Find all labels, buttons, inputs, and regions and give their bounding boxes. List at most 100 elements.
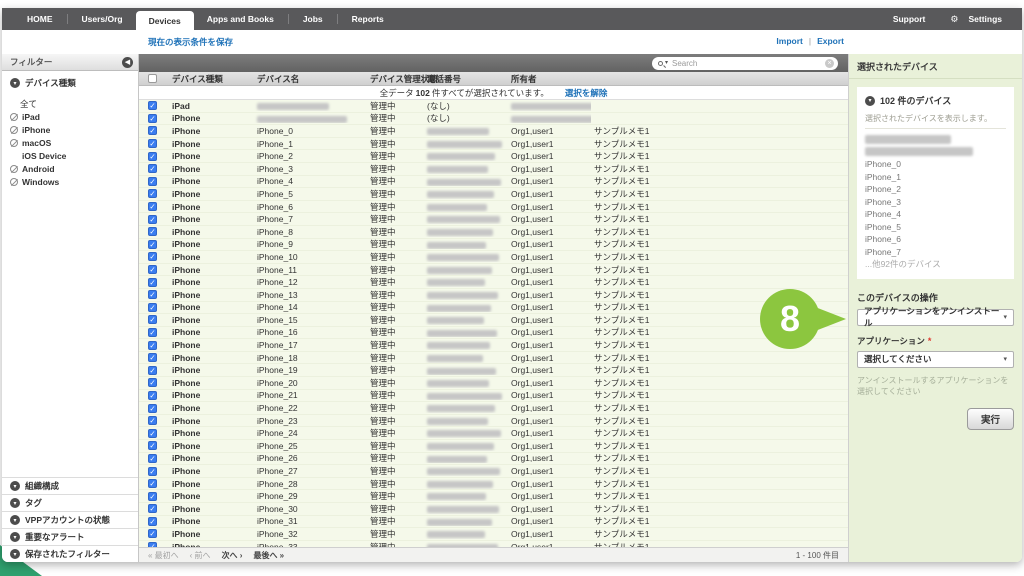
row-checkbox[interactable]: ✓ (148, 303, 157, 312)
row-checkbox[interactable]: ✓ (148, 101, 157, 110)
row-checkbox[interactable]: ✓ (148, 517, 157, 526)
row-checkbox[interactable]: ✓ (148, 126, 157, 135)
row-checkbox[interactable]: ✓ (148, 265, 157, 274)
table-row[interactable]: ✓iPhoneiPhone_15管理中Org1,user1サンプルメモ1 (139, 314, 848, 327)
row-checkbox[interactable]: ✓ (148, 215, 157, 224)
table-row[interactable]: ✓iPhoneiPhone_14管理中Org1,user1サンプルメモ1 (139, 302, 848, 315)
sidebar-item-iphone[interactable]: iPhone (2, 123, 138, 136)
sidebar-item-[interactable]: 全て (2, 97, 138, 110)
table-row[interactable]: ✓iPhoneiPhone_4管理中Org1,user1サンプルメモ1 (139, 176, 848, 189)
column-header-management-status[interactable]: デバイス管理状態 (367, 73, 424, 85)
table-row[interactable]: ✓iPhoneiPhone_25管理中Org1,user1サンプルメモ1 (139, 440, 848, 453)
row-checkbox[interactable]: ✓ (148, 504, 157, 513)
table-row[interactable]: ✓iPhoneiPhone_12管理中Org1,user1サンプルメモ1 (139, 276, 848, 289)
column-header-phone[interactable]: 電話番号 (424, 73, 508, 85)
settings-link[interactable]: Settings (962, 14, 1008, 24)
row-checkbox[interactable]: ✓ (148, 315, 157, 324)
nav-tab-reports[interactable]: Reports (339, 8, 397, 30)
import-link[interactable]: Import (776, 36, 802, 46)
search-clear-icon[interactable]: × (825, 59, 834, 68)
row-checkbox[interactable]: ✓ (148, 290, 157, 299)
action-select[interactable]: アプリケーションをアンインストール ▾ (857, 309, 1014, 326)
row-checkbox[interactable]: ✓ (148, 328, 157, 337)
table-row[interactable]: ✓iPhoneiPhone_9管理中Org1,user1サンプルメモ1 (139, 239, 848, 252)
row-checkbox[interactable]: ✓ (148, 164, 157, 173)
column-header-device-name[interactable]: デバイス名 (254, 73, 367, 85)
clear-selection-link[interactable]: 選択を解除 (565, 87, 608, 99)
table-row[interactable]: ✓iPhoneiPhone_2管理中Org1,user1サンプルメモ1 (139, 150, 848, 163)
table-row[interactable]: ✓iPhoneiPhone_10管理中Org1,user1サンプルメモ1 (139, 251, 848, 264)
row-checkbox[interactable]: ✓ (148, 152, 157, 161)
search-scope-caret-icon[interactable]: ▾ (665, 60, 668, 66)
column-header-owner[interactable]: 所有者 (508, 73, 591, 85)
table-row[interactable]: ✓iPhoneiPhone_31管理中Org1,user1サンプルメモ1 (139, 516, 848, 529)
pagination-next[interactable]: 次へ › (222, 550, 243, 561)
row-checkbox[interactable]: ✓ (148, 529, 157, 538)
row-checkbox[interactable]: ✓ (148, 240, 157, 249)
collapse-sidebar-button[interactable]: ◀ (122, 57, 133, 68)
table-row[interactable]: ✓iPhoneiPhone_20管理中Org1,user1サンプルメモ1 (139, 377, 848, 390)
row-checkbox[interactable]: ✓ (148, 492, 157, 501)
sidebar-item-ios-device[interactable]: iOS Device (2, 149, 138, 162)
table-row[interactable]: ✓iPad管理中(なし) (139, 100, 848, 113)
row-checkbox[interactable]: ✓ (148, 391, 157, 400)
select-all-checkbox[interactable] (148, 74, 157, 83)
export-link[interactable]: Export (817, 36, 844, 46)
table-row[interactable]: ✓iPhoneiPhone_1管理中Org1,user1サンプルメモ1 (139, 138, 848, 151)
row-checkbox[interactable]: ✓ (148, 177, 157, 186)
row-checkbox[interactable]: ✓ (148, 202, 157, 211)
table-row[interactable]: ✓iPhoneiPhone_27管理中Org1,user1サンプルメモ1 (139, 465, 848, 478)
sidebar-item-windows[interactable]: Windows (2, 175, 138, 188)
sidebar-item-macos[interactable]: macOS (2, 136, 138, 149)
row-checkbox[interactable]: ✓ (148, 114, 157, 123)
table-row[interactable]: ✓iPhoneiPhone_26管理中Org1,user1サンプルメモ1 (139, 453, 848, 466)
table-row[interactable]: ✓iPhoneiPhone_17管理中Org1,user1サンプルメモ1 (139, 339, 848, 352)
table-row[interactable]: ✓iPhoneiPhone_11管理中Org1,user1サンプルメモ1 (139, 264, 848, 277)
row-checkbox[interactable]: ✓ (148, 341, 157, 350)
row-checkbox[interactable]: ✓ (148, 227, 157, 236)
nav-tab-users-org[interactable]: Users/Org (69, 8, 136, 30)
table-row[interactable]: ✓iPhone管理中(なし) (139, 113, 848, 126)
row-checkbox[interactable]: ✓ (148, 139, 157, 148)
table-row[interactable]: ✓iPhoneiPhone_3管理中Org1,user1サンプルメモ1 (139, 163, 848, 176)
pagination-first[interactable]: « 最初へ (148, 550, 179, 561)
table-row[interactable]: ✓iPhoneiPhone_13管理中Org1,user1サンプルメモ1 (139, 289, 848, 302)
table-row[interactable]: ✓iPhoneiPhone_23管理中Org1,user1サンプルメモ1 (139, 415, 848, 428)
pagination-last[interactable]: 最後へ » (253, 550, 284, 561)
table-row[interactable]: ✓iPhoneiPhone_32管理中Org1,user1サンプルメモ1 (139, 528, 848, 541)
table-row[interactable]: ✓iPhoneiPhone_0管理中Org1,user1サンプルメモ1 (139, 125, 848, 138)
save-view-link[interactable]: 現在の表示条件を保存 (148, 36, 233, 48)
application-select[interactable]: 選択してください ▾ (857, 351, 1014, 368)
row-checkbox[interactable]: ✓ (148, 441, 157, 450)
table-row[interactable]: ✓iPhoneiPhone_5管理中Org1,user1サンプルメモ1 (139, 188, 848, 201)
sidebar-section-[interactable]: ▾タグ (2, 494, 138, 511)
sidebar-section-[interactable]: ▾重要なアラート (2, 528, 138, 545)
device-count-row[interactable]: ▾ 102 件のデバイス (865, 94, 1006, 107)
execute-button[interactable]: 実行 (967, 408, 1014, 430)
table-row[interactable]: ✓iPhoneiPhone_29管理中Org1,user1サンプルメモ1 (139, 490, 848, 503)
sidebar-section-vpp[interactable]: ▾VPPアカウントの状態 (2, 511, 138, 528)
pagination-prev[interactable]: ‹ 前へ (190, 550, 211, 561)
table-row[interactable]: ✓iPhoneiPhone_21管理中Org1,user1サンプルメモ1 (139, 390, 848, 403)
row-checkbox[interactable]: ✓ (148, 252, 157, 261)
row-checkbox[interactable]: ✓ (148, 353, 157, 362)
table-row[interactable]: ✓iPhoneiPhone_24管理中Org1,user1サンプルメモ1 (139, 427, 848, 440)
nav-tab-devices[interactable]: Devices (136, 11, 194, 30)
nav-tab-apps-and-books[interactable]: Apps and Books (194, 8, 287, 30)
sidebar-section-[interactable]: ▾組織構成 (2, 477, 138, 494)
row-checkbox[interactable]: ✓ (148, 429, 157, 438)
search-input[interactable]: ▾ Search × (652, 57, 838, 70)
nav-tab-home[interactable]: HOME (14, 8, 66, 30)
table-row[interactable]: ✓iPhoneiPhone_19管理中Org1,user1サンプルメモ1 (139, 364, 848, 377)
row-checkbox[interactable]: ✓ (148, 479, 157, 488)
table-row[interactable]: ✓iPhoneiPhone_28管理中Org1,user1サンプルメモ1 (139, 478, 848, 491)
row-checkbox[interactable]: ✓ (148, 454, 157, 463)
nav-tab-jobs[interactable]: Jobs (290, 8, 336, 30)
device-type-section[interactable]: ▾ デバイス種類 (2, 71, 138, 93)
row-checkbox[interactable]: ✓ (148, 416, 157, 425)
column-header-device-type[interactable]: デバイス種類 (169, 73, 254, 85)
sidebar-item-android[interactable]: Android (2, 162, 138, 175)
row-checkbox[interactable]: ✓ (148, 278, 157, 287)
table-row[interactable]: ✓iPhoneiPhone_22管理中Org1,user1サンプルメモ1 (139, 402, 848, 415)
table-row[interactable]: ✓iPhoneiPhone_6管理中Org1,user1サンプルメモ1 (139, 201, 848, 214)
